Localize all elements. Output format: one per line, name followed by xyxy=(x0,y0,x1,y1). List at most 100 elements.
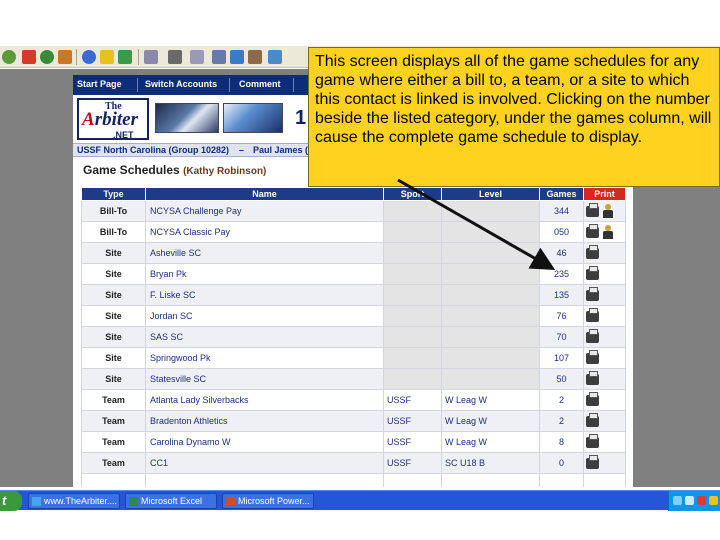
mail-icon[interactable] xyxy=(144,50,158,64)
row-games-link[interactable]: 050 xyxy=(539,221,584,243)
task-browser[interactable]: www.TheArbiter.... xyxy=(28,493,120,509)
callout-text: This screen displays all of the game sch… xyxy=(315,53,712,146)
row-type: Team xyxy=(81,410,146,432)
table-row xyxy=(81,473,626,487)
row-name[interactable]: NCYSA Challenge Pay xyxy=(145,200,384,222)
task-label: www.TheArbiter.... xyxy=(44,496,118,506)
row-name[interactable]: Springwood Pk xyxy=(145,347,384,369)
game-schedule-table: Type Name Sport Level Games Print Bill-T… xyxy=(81,187,626,487)
printer-icon[interactable] xyxy=(586,328,599,343)
logo-accent: A xyxy=(82,109,95,130)
favorites-icon[interactable] xyxy=(100,50,114,64)
toolbar-divider xyxy=(138,49,139,65)
row-name[interactable]: SAS SC xyxy=(145,326,384,348)
row-games-link[interactable]: 235 xyxy=(539,263,584,285)
row-name[interactable]: Asheville SC xyxy=(145,242,384,264)
nav-start-page[interactable]: Start Page xyxy=(77,79,122,89)
row-level xyxy=(441,263,540,285)
row-name[interactable]: Bradenton Athletics xyxy=(145,410,384,432)
start-label: t xyxy=(2,493,7,508)
row-name[interactable]: Carolina Dynamo W xyxy=(145,431,384,453)
row-name[interactable]: CC1 xyxy=(145,452,384,474)
row-name[interactable]: F. Liske SC xyxy=(145,284,384,306)
messenger-icon[interactable] xyxy=(230,50,244,64)
row-games-link[interactable]: 8 xyxy=(539,431,584,453)
row-sport: USSF xyxy=(383,452,442,474)
col-level[interactable]: Level xyxy=(441,187,540,201)
banner-photo-1 xyxy=(155,103,219,133)
col-type[interactable]: Type xyxy=(81,187,146,201)
col-games[interactable]: Games xyxy=(539,187,584,201)
row-games-link[interactable]: 50 xyxy=(539,368,584,390)
row-name[interactable]: Jordan SC xyxy=(145,305,384,327)
home-icon[interactable] xyxy=(58,50,72,64)
nav-comment[interactable]: Comment xyxy=(239,79,281,89)
task-excel[interactable]: Microsoft Excel xyxy=(125,493,217,509)
row-games-link[interactable]: 76 xyxy=(539,305,584,327)
row-games-link[interactable]: 46 xyxy=(539,242,584,264)
row-level xyxy=(441,200,540,222)
volume-icon[interactable] xyxy=(685,496,694,505)
row-games-link[interactable]: 2 xyxy=(539,410,584,432)
research-icon[interactable] xyxy=(248,50,262,64)
task-powerpoint[interactable]: Microsoft Power... xyxy=(222,493,314,509)
row-games-link[interactable]: 0 xyxy=(539,452,584,474)
printer-icon[interactable] xyxy=(586,454,599,469)
nav-switch-accounts[interactable]: Switch Accounts xyxy=(145,79,217,89)
edit-icon[interactable] xyxy=(190,50,204,64)
row-games-link[interactable]: 135 xyxy=(539,284,584,306)
row-name[interactable]: Atlanta Lady Silverbacks xyxy=(145,389,384,411)
tool-icon[interactable] xyxy=(268,50,282,64)
table-row: Site Asheville SC 46 xyxy=(81,242,626,264)
back-icon[interactable] xyxy=(2,50,16,64)
discuss-icon[interactable] xyxy=(212,50,226,64)
row-name[interactable]: Statesville SC xyxy=(145,368,384,390)
row-name[interactable]: NCYSA Classic Pay xyxy=(145,221,384,243)
row-level: W Leag W xyxy=(441,410,540,432)
print-icon[interactable] xyxy=(168,50,182,64)
printer-icon[interactable] xyxy=(586,349,599,364)
search-icon[interactable] xyxy=(82,50,96,64)
row-print-cell xyxy=(583,242,626,264)
windows-taskbar: t www.TheArbiter.... Microsoft Excel Mic… xyxy=(0,490,720,511)
row-type: Site xyxy=(81,326,146,348)
printer-icon[interactable] xyxy=(586,370,599,385)
row-name[interactable]: Bryan Pk xyxy=(145,263,384,285)
row-sport: USSF xyxy=(383,389,442,411)
row-name[interactable] xyxy=(145,473,384,487)
referee-icon[interactable] xyxy=(602,204,614,218)
col-print[interactable]: Print xyxy=(583,187,626,201)
printer-icon[interactable] xyxy=(586,412,599,427)
toolbar-divider xyxy=(76,49,77,65)
row-sport xyxy=(383,242,442,264)
row-games-link[interactable] xyxy=(539,473,584,487)
printer-icon[interactable] xyxy=(586,286,599,301)
printer-icon[interactable] xyxy=(586,202,599,217)
table-row: Site Jordan SC 76 xyxy=(81,305,626,327)
table-body: Bill-To NCYSA Challenge Pay 344 Bill-To NCYS… xyxy=(81,200,626,487)
printer-icon[interactable] xyxy=(586,265,599,280)
printer-icon[interactable] xyxy=(586,433,599,448)
history-icon[interactable] xyxy=(118,50,132,64)
refresh-icon[interactable] xyxy=(40,50,54,64)
row-games-link[interactable]: 107 xyxy=(539,347,584,369)
start-button[interactable]: t xyxy=(0,491,22,511)
banner-fragment: 1 xyxy=(295,107,307,129)
row-print-cell xyxy=(583,431,626,453)
row-games-link[interactable]: 344 xyxy=(539,200,584,222)
security-icon[interactable] xyxy=(709,496,718,505)
arbiter-logo[interactable]: The Arbiter .NET xyxy=(77,98,149,140)
row-games-link[interactable]: 70 xyxy=(539,326,584,348)
col-name[interactable]: Name xyxy=(145,187,384,201)
network-icon[interactable] xyxy=(673,496,682,505)
printer-icon[interactable] xyxy=(586,391,599,406)
printer-icon[interactable] xyxy=(586,223,599,238)
stop-icon[interactable] xyxy=(22,50,36,64)
printer-icon[interactable] xyxy=(586,307,599,322)
col-sport[interactable]: Sport xyxy=(383,187,442,201)
antivirus-icon[interactable] xyxy=(697,496,706,505)
row-games-link[interactable]: 2 xyxy=(539,389,584,411)
referee-icon[interactable] xyxy=(602,225,614,239)
table-row: Site Springwood Pk 107 xyxy=(81,347,626,369)
printer-icon[interactable] xyxy=(586,244,599,259)
